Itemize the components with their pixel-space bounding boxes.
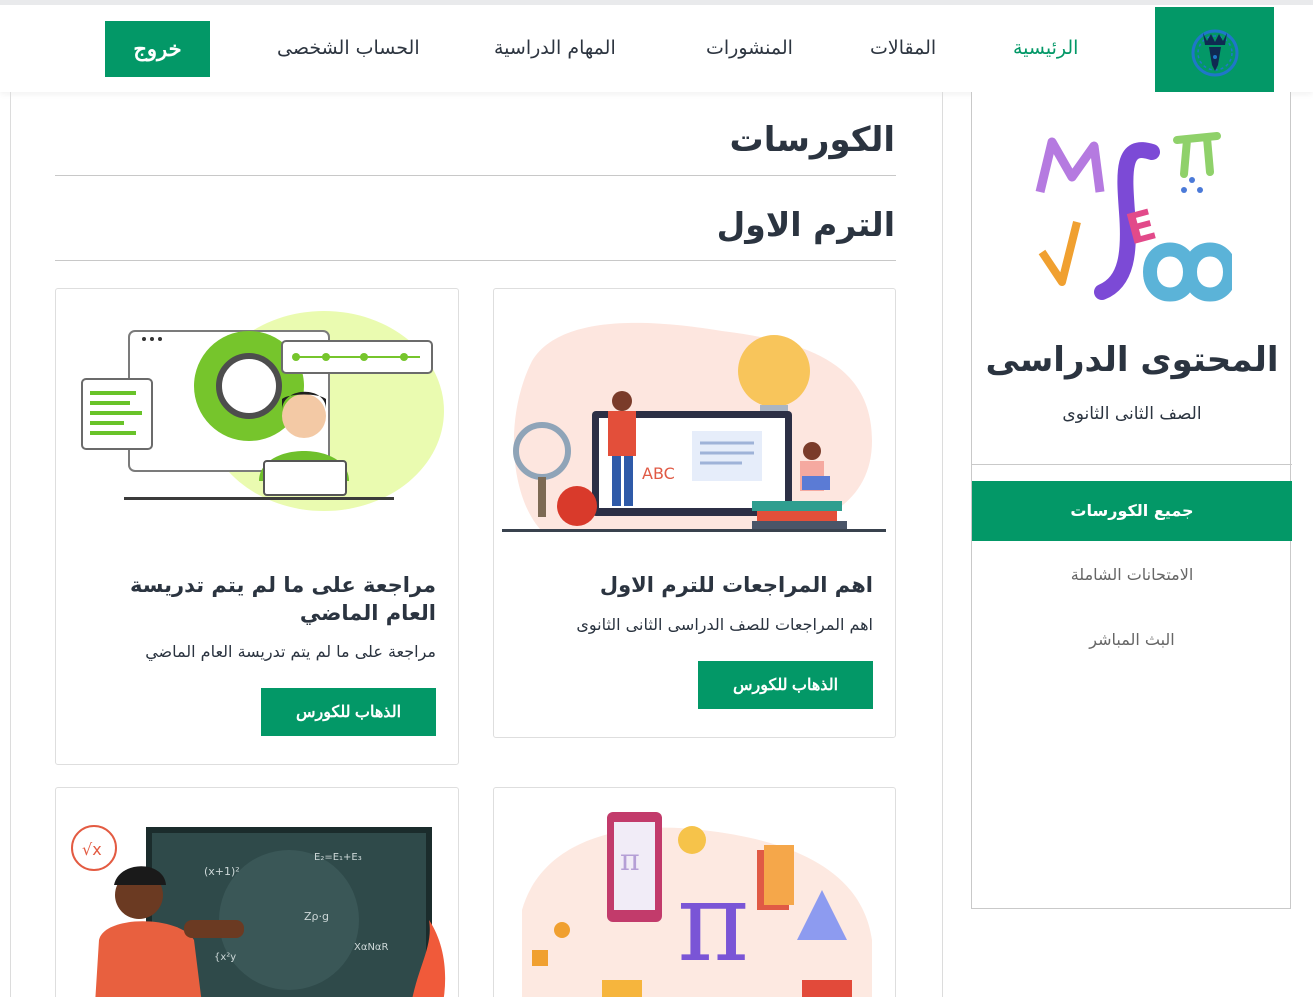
course-card-title: اهم المراجعات للترم الاول bbox=[599, 573, 873, 597]
svg-text:Zρ·g: Zρ·g bbox=[304, 910, 329, 923]
site-logo[interactable] bbox=[1155, 7, 1274, 95]
svg-text:π: π bbox=[677, 858, 749, 986]
course-card-description: اهم المراجعات للصف الدراسى الثانى الثانو… bbox=[576, 615, 873, 634]
sidebar-item-live-stream[interactable]: البث المباشر bbox=[972, 630, 1292, 649]
sidebar-item-comprehensive-exams[interactable]: الامتحانات الشاملة bbox=[972, 565, 1292, 584]
course-card: (x+1)² E₂=E₁+E₃ Zρ·g {x²y XαNαR √x bbox=[55, 787, 459, 997]
teacher-presentation-illustration: ABC bbox=[502, 322, 886, 532]
nav-study-tasks[interactable]: المهام الدراسية bbox=[494, 37, 616, 59]
nav-profile[interactable]: الحساب الشخصى bbox=[277, 37, 420, 59]
svg-text:√x: √x bbox=[82, 840, 102, 859]
svg-text:(x+1)²: (x+1)² bbox=[204, 865, 240, 878]
sidebar-subtitle: الصف الثانى الثانوى bbox=[1062, 404, 1202, 424]
developer-gear-illustration bbox=[81, 311, 444, 511]
svg-text:ABC: ABC bbox=[642, 464, 675, 483]
title-divider bbox=[55, 175, 896, 176]
svg-text:{x²y: {x²y bbox=[214, 952, 236, 963]
logout-button[interactable]: خروج bbox=[105, 21, 210, 77]
term-title: الترم الاول bbox=[716, 205, 895, 244]
sidebar-divider bbox=[972, 464, 1292, 465]
course-card: ABC اهم المراجعات للترم الاول اهم المراج… bbox=[493, 288, 896, 738]
top-navbar: الرئيسية المقالات المنشورات المهام الدرا… bbox=[0, 0, 1313, 95]
page-title: الكورسات bbox=[729, 120, 895, 160]
svg-text:XαNαR: XαNαR bbox=[354, 942, 389, 953]
svg-text:π: π bbox=[620, 843, 640, 878]
nav-posts[interactable]: المنشورات bbox=[706, 37, 793, 59]
sidebar: E المحتوى الدراسى الصف الثانى الثانوى جم… bbox=[971, 92, 1292, 909]
course-card-description: مراجعة على ما لم يتم تدريسة العام الماضي bbox=[145, 642, 436, 661]
sidebar-title: المحتوى الدراسى bbox=[985, 340, 1279, 380]
term-divider bbox=[55, 260, 896, 261]
svg-text:E₂=E₁+E₃: E₂=E₁+E₃ bbox=[314, 852, 362, 863]
course-card-title: مراجعة على ما لم يتم تدريسة العام الماضي bbox=[130, 573, 436, 625]
math-pi-isometric-illustration: π π bbox=[522, 812, 872, 997]
teacher-chalkboard-illustration: (x+1)² E₂=E₁+E₃ Zρ·g {x²y XαNαR √x bbox=[71, 825, 446, 997]
go-to-course-button[interactable]: الذهاب للكورس bbox=[698, 661, 873, 709]
nav-home[interactable]: الرئيسية bbox=[1013, 37, 1078, 59]
course-card: مراجعة على ما لم يتم تدريسة العام الماضي… bbox=[55, 288, 459, 765]
nav-articles[interactable]: المقالات bbox=[870, 37, 936, 59]
sidebar-item-all-courses[interactable]: جميع الكورسات bbox=[972, 481, 1292, 541]
crowned-pen-logo-icon bbox=[1191, 29, 1238, 77]
math-symbols-logo: E bbox=[1035, 132, 1232, 302]
go-to-course-button[interactable]: الذهاب للكورس bbox=[261, 688, 436, 736]
course-card: π π bbox=[493, 787, 896, 997]
